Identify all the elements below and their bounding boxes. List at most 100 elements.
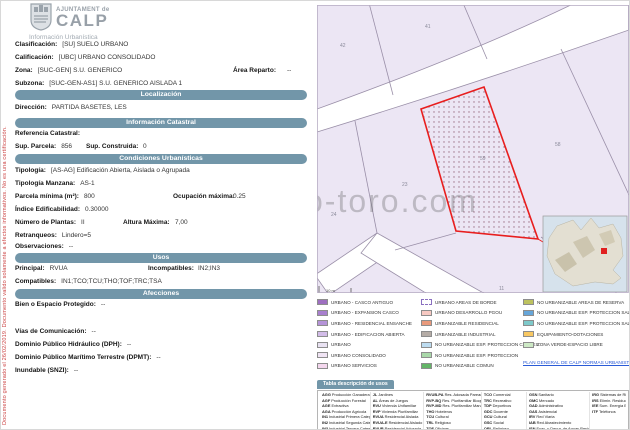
legend-item: EQUIPAMIENTO-DOTACIONES (523, 329, 629, 340)
uso-entry: IN3Industrial Tercera Categoría (322, 426, 368, 430)
field-label: Principal: (15, 265, 45, 272)
field-value: [SUC-GEN] S.U. GENERICO (38, 67, 123, 74)
legend-swatch (421, 320, 432, 326)
legend-item: ZONA VERDE-ESPACIO LIBRE (523, 339, 629, 350)
section-localizacion: Localización (15, 90, 307, 100)
field-value: -- (101, 301, 105, 308)
field-value: Lindero=5 (62, 232, 91, 239)
field-label: Sup. Parcela: (15, 143, 56, 150)
plan-general-link[interactable]: PLAN GENERAL DE CALP NORMAS URBANISTICAS (523, 361, 629, 366)
legend-item: URBANIZABLE INDUSTRIAL (421, 329, 539, 340)
legend-item: URBANO - CASCO ANTIGUO (317, 297, 412, 308)
field-parcela-minima: Parcela mínima (m²): 800 Ocupación máxima… (15, 193, 307, 204)
field-value: -- (127, 341, 131, 348)
field-label: Dominio Público Hidráulico (DPH): (15, 341, 122, 348)
inset-locator-map (543, 216, 627, 292)
legend-swatch (523, 299, 534, 305)
field-label: Tipología Manzana: (15, 180, 75, 187)
legend-swatch (317, 320, 328, 326)
field-bien-protegido: Bien o Espacio Protegido:-- (15, 301, 105, 312)
field-label: Inundable (SNZI): (15, 367, 69, 374)
legend-swatch (523, 320, 534, 326)
legend-swatch (421, 310, 432, 316)
field-superficies: Sup. Parcela:856 Sup. Construida: 0 (15, 143, 307, 154)
legend-swatch (317, 310, 328, 316)
field-retranqueos: Retranqueos: Lindero=5 (15, 232, 91, 243)
parcel-number: 59 (480, 156, 486, 162)
legend-label: URBANO - RESIDENCIAL ENSANCHE (331, 321, 412, 326)
usos-col-2: JLJardinesALÁreas de JuegosRVUVivienda U… (370, 392, 423, 430)
usos-col-5: GSNSanitarioGMCMercadoGADAdministrativoG… (526, 392, 589, 430)
field-numero-plantas: Número de Plantas:II Altura Máxima: 7,00 (15, 219, 307, 230)
legend-label: URBANO DESARROLLO PGOU (435, 310, 502, 315)
legend-swatch (317, 331, 328, 337)
field-value: 800 (84, 193, 95, 200)
field-label: Dirección: (15, 104, 47, 111)
map-legend: URBANO - CASCO ANTIGUO URBANO - EXPANSIO… (317, 295, 629, 373)
field-uso-principal: Principal:RVUA Incompatibles: IN2;IN3 (15, 265, 307, 276)
field-dpmt: Dominio Público Marítimo Terrestre (DPMT… (15, 354, 161, 365)
legend-item: URBANO AREAS DE BORDE (421, 297, 539, 308)
field-vias: Vías de Comunicación: -- (15, 328, 96, 339)
field-value: 0.30000 (85, 206, 109, 213)
legend-label: NO URBANIZABLE ESP. PROTECCION SALINAS A… (537, 310, 629, 315)
field-value: PARTIDA BASETES, LES (52, 104, 127, 111)
legend-item: NO URBANIZABLE ESP. PROTECCION CAUCES (421, 339, 539, 350)
usos-col-3: RVUB-PARes. Adosada PareadaRVP-BQRes. Pl… (423, 392, 481, 430)
field-value: 7,00 (175, 219, 188, 226)
legend-swatch (421, 363, 432, 369)
field-zona: Zona:[SUC-GEN] S.U. GENERICO Área Repart… (15, 67, 307, 78)
legend-label: URBANIZABLE RESIDENCIAL (435, 321, 499, 326)
field-label: Observaciones: (15, 243, 64, 250)
field-label: Retranqueos: (15, 232, 57, 239)
legend-label: URBANO (331, 342, 351, 347)
legend-swatch (317, 363, 328, 369)
legend-swatch (421, 352, 432, 358)
legend-label: NO URBANIZABLE ESP. PROTECCION (435, 353, 518, 358)
field-label: Calificación: (15, 54, 54, 61)
field-direccion: Dirección: PARTIDA BASETES, LES (15, 104, 127, 115)
usos-table-title: Tabla descripción de usos (317, 380, 394, 389)
field-value: -- (287, 67, 291, 74)
section-catastral: Información Catastral (15, 118, 307, 128)
legend-column-3: NO URBANIZABLE AREAS DE RESERVA NO URBAN… (523, 297, 629, 350)
field-label: Vías de Comunicación: (15, 328, 87, 335)
field-dph: Dominio Público Hidráulico (DPH): -- (15, 341, 131, 352)
uso-entry: RVP-MDRes. Plurifamiliar Manzana Densa (426, 403, 479, 409)
field-value: [UBC] URBANO CONSOLIDADO (59, 54, 156, 61)
field-value: -- (74, 367, 78, 374)
field-inundable: Inundable (SNZI): -- (15, 367, 78, 378)
legend-swatch (317, 342, 328, 348)
field-label: Dominio Público Marítimo Terrestre (DPMT… (15, 354, 151, 361)
legend-label: URBANO CONSOLIDADO (331, 353, 386, 358)
field-label: Clasificación: (15, 41, 57, 48)
field-value: 0.25 (233, 193, 246, 200)
field-label: Subzona: (15, 80, 44, 87)
legend-swatch (421, 342, 432, 348)
section-condiciones: Condiciones Urbanísticas (15, 154, 307, 164)
section-afecciones: Afecciones (15, 289, 307, 299)
field-value: -- (156, 354, 160, 361)
legend-label: URBANIZABLE INDUSTRIAL (435, 332, 496, 337)
section-usos: Usos (15, 253, 307, 263)
legend-label: URBANO AREAS DE BORDE (435, 300, 497, 305)
legend-label: URBANO - CASCO ANTIGUO (331, 300, 393, 305)
field-label: Referencia Catastral: (15, 130, 80, 137)
legend-label: NO URBANIZABLE AREAS DE RESERVA (537, 300, 624, 305)
legend-item: URBANIZABLE RESIDENCIAL (421, 318, 539, 329)
usos-col-4: TCOComercialTRCRecreativoTDPDeportivosGD… (481, 392, 526, 430)
legend-label: NO URBANIZABLE ESP. PROTECCION SALINAS (537, 321, 629, 326)
parcel-number: 42 (340, 43, 346, 49)
uso-entry: ISNEvac. y Depur. de Aguas Residuales (529, 426, 587, 430)
field-label: Número de Plantas: (15, 219, 76, 226)
legend-label: URBANO SERVICIOS (331, 363, 377, 368)
field-value: IN1;TCO;TCU;THO;TOF;TRC;TSA (61, 278, 162, 285)
field-label: Área Reparto: (233, 67, 276, 74)
field-label: Ocupación máxima: (173, 193, 235, 200)
field-ref-catastral: Referencia Catastral: (15, 130, 85, 141)
usos-col-6: IRGSistemas de RiegoIRSElimin. Residuos … (589, 392, 626, 430)
field-value: -- (92, 328, 96, 335)
usos-table-box: AGGProducción GanaderaAGFProducción Fore… (317, 390, 629, 430)
legend-item: URBANO (317, 339, 412, 350)
field-label: Parcela mínima (m²): (15, 193, 79, 200)
